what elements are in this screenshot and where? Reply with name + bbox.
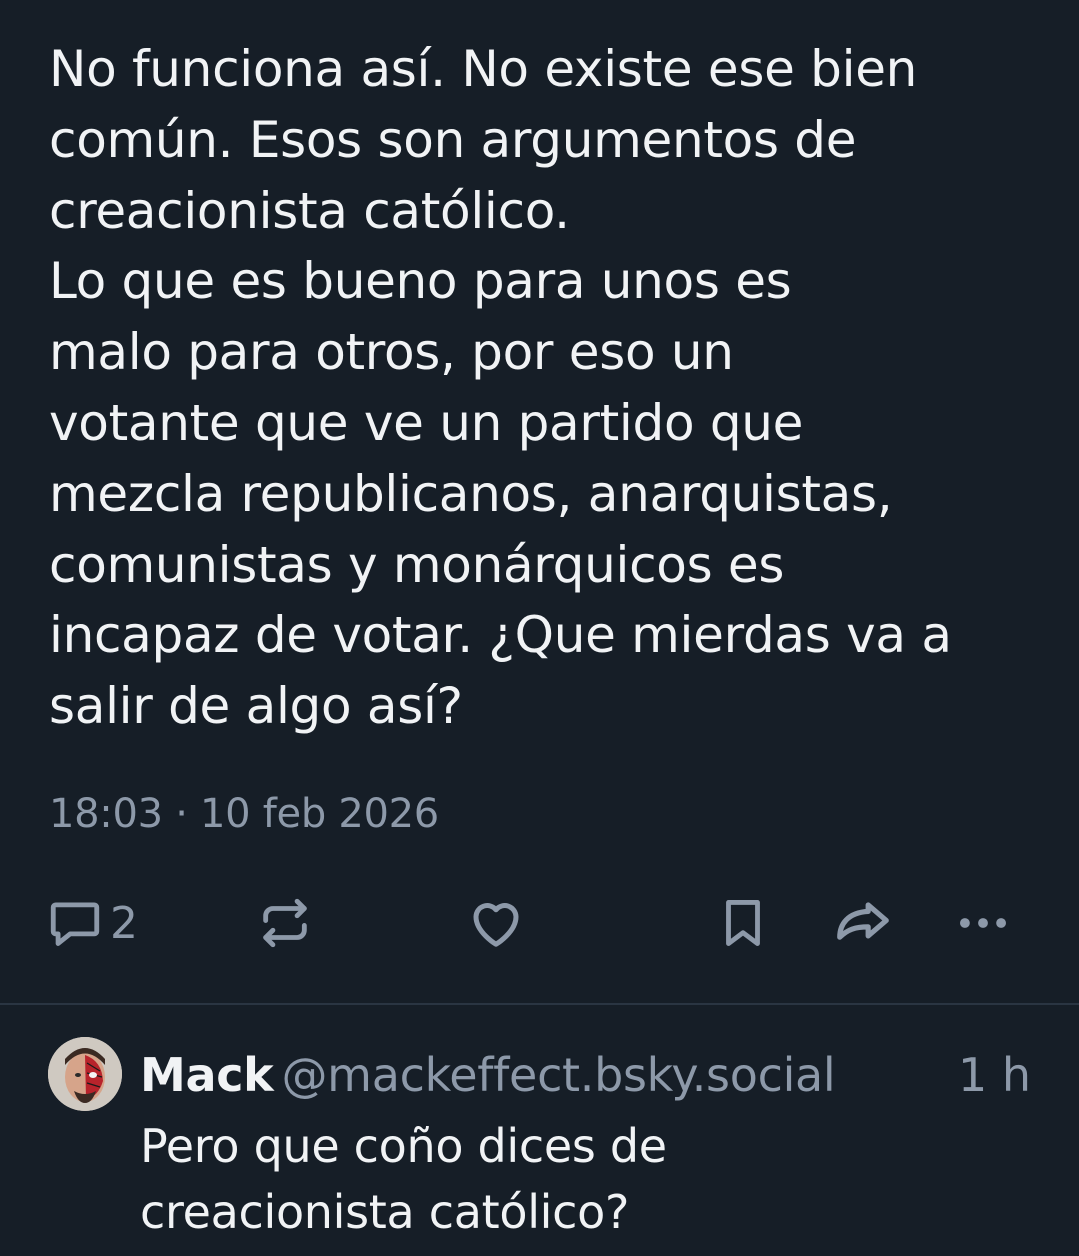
post-text-line: comunistas y monárquicos es: [49, 535, 785, 594]
repost-icon: [256, 894, 314, 952]
post-text-line: incapaz de votar. ¿Que mierdas va a: [49, 606, 952, 665]
reply-button[interactable]: 2: [46, 888, 138, 958]
like-button[interactable]: [466, 888, 526, 958]
post-action-bar: 2: [0, 888, 1079, 958]
post-text: No funciona así. No existe ese bien comú…: [49, 34, 1049, 742]
more-button[interactable]: [952, 888, 1014, 958]
share-icon: [832, 892, 894, 954]
reply-post[interactable]: Mack @mackeffect.bsky.social 1 h Pero que…: [0, 1005, 1079, 1256]
post-text-line: No funciona así. No existe ese bien: [49, 40, 918, 98]
author-name[interactable]: Mack: [140, 1048, 274, 1102]
post-text-line: Lo que es bueno para unos es: [49, 252, 792, 311]
reply-text-line: creacionista católico?: [140, 1185, 630, 1239]
comment-icon: [46, 894, 104, 952]
bookmark-button[interactable]: [714, 888, 772, 958]
reply-text-line: Pero que coño dices de: [140, 1119, 667, 1173]
post-text-line: votante que ve un partido que: [49, 393, 804, 452]
post-text-line: creacionista católico.: [49, 181, 570, 240]
repost-button[interactable]: [256, 888, 314, 958]
post-text-line: salir de algo así?: [49, 677, 463, 736]
post-timestamp[interactable]: 18:03 · 10 feb 2026: [49, 788, 439, 840]
author-handle[interactable]: @mackeffect.bsky.social: [281, 1048, 835, 1102]
post-text-line: común. Esos son argumentos de: [49, 110, 857, 169]
post: No funciona así. No existe ese bien comú…: [0, 0, 1079, 1003]
post-text-line: mezcla republicanos, anarquistas,: [49, 464, 893, 523]
post-text-line: malo para otros, por eso un: [49, 323, 734, 382]
share-button[interactable]: [832, 888, 894, 958]
reply-count: 2: [110, 897, 138, 949]
bookmark-icon: [714, 894, 772, 952]
reply-header: Mack @mackeffect.bsky.social: [140, 1045, 836, 1105]
heart-icon: [466, 893, 526, 953]
more-icon: [952, 892, 1014, 954]
avatar[interactable]: [48, 1037, 122, 1111]
reply-time: 1 h: [957, 1048, 1031, 1102]
reply-text: Pero que coño dices de creacionista cató…: [140, 1113, 667, 1245]
